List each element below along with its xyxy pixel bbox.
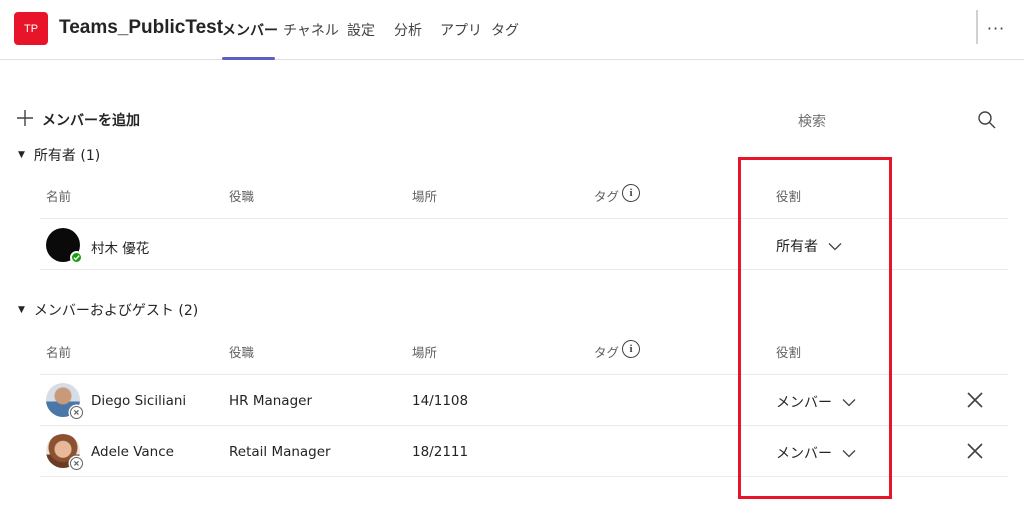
column-header-name: 名前 <box>46 345 72 360</box>
tab-bar: メンバー チャネル 設定 分析 アプリ タグ <box>222 0 531 60</box>
member-name[interactable]: Diego Siciliani <box>91 393 186 409</box>
offline-status-icon <box>70 457 83 470</box>
owners-section-label: 所有者 (1) <box>33 148 101 164</box>
member-name[interactable]: Adele Vance <box>91 444 174 460</box>
info-icon[interactable]: i <box>622 184 640 202</box>
header-divider <box>976 10 978 44</box>
add-member-label: メンバーを追加 <box>42 113 140 129</box>
members-section-toggle[interactable]: ▼ メンバーおよびゲスト (2) <box>18 300 198 320</box>
member-name[interactable]: 村木 優花 <box>91 237 149 257</box>
remove-member-icon[interactable] <box>966 442 984 460</box>
more-options-button[interactable]: ··· <box>983 16 1009 40</box>
member-location: 18/2111 <box>412 444 469 460</box>
column-header-location: 場所 <box>412 345 438 360</box>
tab-analytics[interactable]: 分析 <box>394 0 440 60</box>
team-avatar: TP <box>14 12 48 45</box>
search-icon[interactable] <box>977 110 997 130</box>
available-status-icon <box>70 251 83 264</box>
tab-apps[interactable]: アプリ <box>440 0 491 60</box>
avatar[interactable] <box>46 228 83 264</box>
offline-status-icon <box>70 406 83 419</box>
tab-channels[interactable]: チャネル <box>283 0 347 60</box>
owners-section-toggle[interactable]: ▼ 所有者 (1) <box>18 145 100 165</box>
search-input[interactable]: 検索 <box>798 111 826 131</box>
info-icon[interactable]: i <box>622 340 640 358</box>
role-column-highlight <box>738 157 892 499</box>
members-section-label: メンバーおよびゲスト (2) <box>33 303 199 319</box>
column-header-tags: タグ <box>594 345 620 360</box>
column-header-location: 場所 <box>412 189 438 204</box>
plus-icon <box>16 109 34 131</box>
member-location: 14/1108 <box>412 393 469 409</box>
avatar[interactable] <box>46 383 83 419</box>
caret-down-icon: ▼ <box>18 305 25 315</box>
member-title: HR Manager <box>229 393 312 409</box>
column-header-title: 役職 <box>229 345 255 360</box>
tab-members[interactable]: メンバー <box>222 0 283 60</box>
remove-member-icon[interactable] <box>966 391 984 409</box>
avatar[interactable] <box>46 434 83 470</box>
caret-down-icon: ▼ <box>18 150 25 160</box>
team-header: TP Teams_PublicTest メンバー チャネル 設定 分析 アプリ … <box>0 0 1024 60</box>
column-header-name: 名前 <box>46 189 72 204</box>
tab-tags[interactable]: タグ <box>491 0 531 60</box>
member-title: Retail Manager <box>229 444 331 460</box>
tab-settings[interactable]: 設定 <box>347 0 394 60</box>
add-member-button[interactable]: メンバーを追加 <box>16 109 140 131</box>
column-header-tags: タグ <box>594 189 620 204</box>
team-name: Teams_PublicTest <box>59 17 224 38</box>
column-header-title: 役職 <box>229 189 255 204</box>
